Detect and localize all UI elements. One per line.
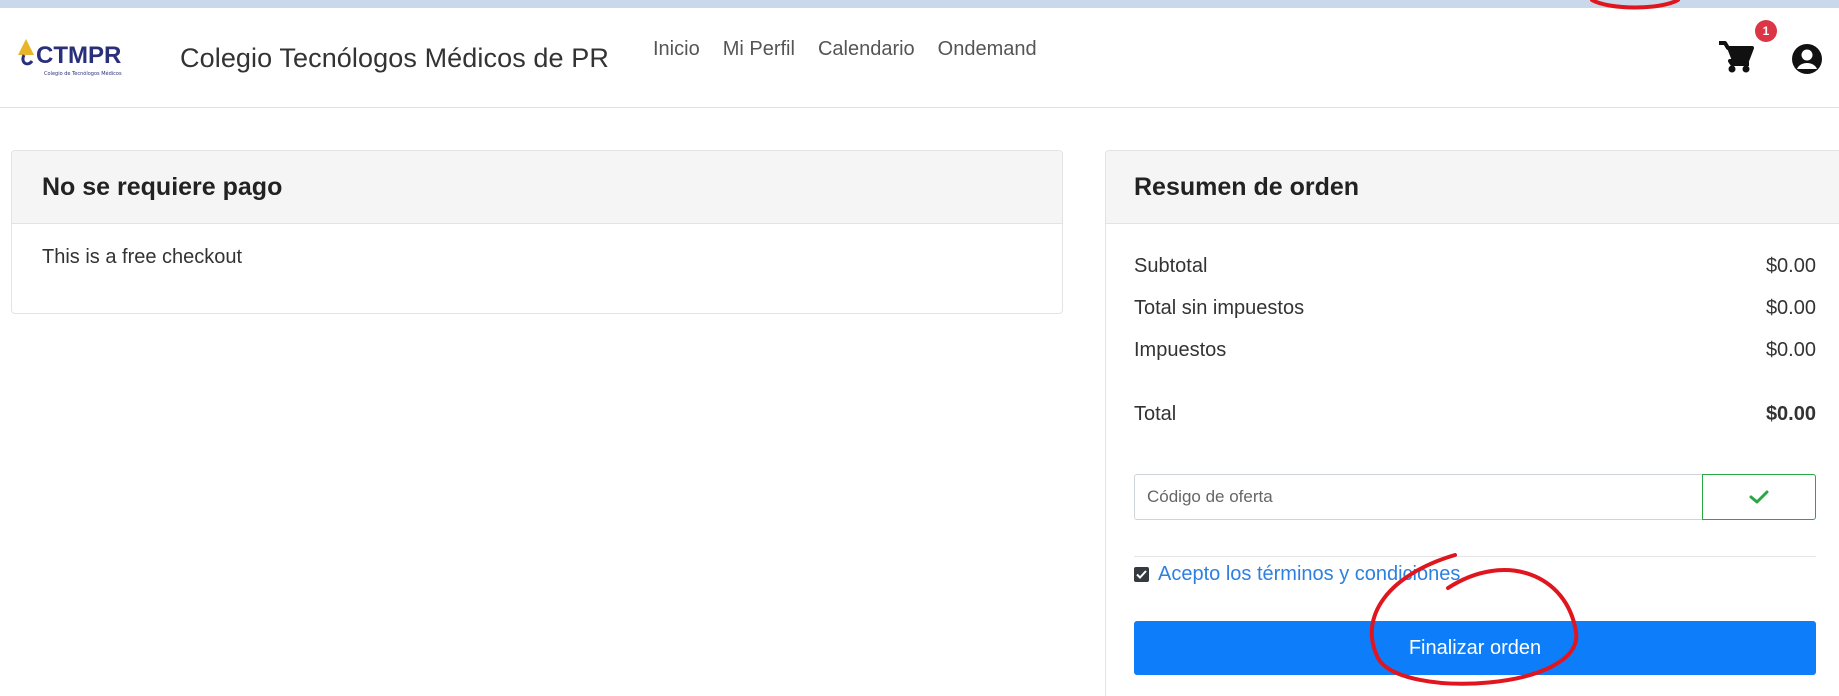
terms-row: Acepto los términos y condiciones (1134, 563, 1460, 586)
brand[interactable]: CTMPR Colegio de Tecnólogos Médicos Cole… (14, 30, 609, 86)
total-label: Total (1134, 403, 1177, 425)
navbar: CTMPR Colegio de Tecnólogos Médicos Cole… (0, 8, 1839, 108)
promo-code-input[interactable] (1134, 474, 1702, 520)
user-circle-icon[interactable] (1790, 42, 1824, 76)
brand-name: Colegio Tecnólogos Médicos de PR (180, 42, 609, 73)
summary-row-label: Total sin impuestos (1134, 297, 1305, 319)
summary-row-label: Impuestos (1134, 339, 1227, 361)
summary-row-value: $0.00 (1765, 339, 1816, 361)
svg-text:Colegio de Tecnólogos Médicos: Colegio de Tecnólogos Médicos (44, 70, 122, 77)
apply-promo-button[interactable] (1702, 474, 1816, 520)
total-value: $0.00 (1765, 403, 1816, 425)
promo-code-group (1134, 474, 1816, 520)
summary-row-value: $0.00 (1765, 297, 1816, 319)
summary-row-value: $0.00 (1765, 255, 1816, 277)
cart-icon[interactable] (1717, 40, 1755, 74)
cart-count-badge: 1 (1755, 20, 1777, 42)
payment-card-title: No se requiere pago (12, 151, 1062, 224)
finalize-order-button[interactable]: Finalizar orden (1134, 621, 1816, 675)
browser-top-strip (0, 0, 1839, 8)
summary-row-impuestos: Impuestos $0.00 (1134, 339, 1816, 362)
checkmark-icon (1136, 570, 1147, 579)
payment-card: No se requiere pago This is a free check… (11, 150, 1063, 314)
summary-row-subtotal: Subtotal $0.00 (1134, 255, 1816, 278)
terms-link[interactable]: Acepto los términos y condiciones (1158, 563, 1460, 586)
summary-row-total: Total $0.00 (1134, 403, 1816, 426)
divider (1134, 556, 1816, 557)
nav-link-ondemand[interactable]: Ondemand (938, 38, 1037, 61)
order-summary-title: Resumen de orden (1106, 151, 1839, 224)
check-icon (1749, 490, 1769, 504)
nav-link-mi-perfil[interactable]: Mi Perfil (723, 38, 795, 61)
svg-text:CTMPR: CTMPR (36, 42, 121, 69)
summary-row-total-sin-impuestos: Total sin impuestos $0.00 (1134, 297, 1816, 320)
ctmpr-logo: CTMPR Colegio de Tecnólogos Médicos (14, 33, 174, 83)
payment-message: This is a free checkout (42, 246, 243, 268)
main-nav: Inicio Mi Perfil Calendario Ondemand (653, 38, 1060, 61)
nav-link-calendario[interactable]: Calendario (818, 38, 915, 61)
nav-link-inicio[interactable]: Inicio (653, 38, 700, 61)
summary-row-label: Subtotal (1134, 255, 1208, 277)
order-summary-card: Resumen de orden Subtotal $0.00 Total si… (1105, 150, 1839, 696)
terms-checkbox[interactable] (1134, 567, 1149, 582)
